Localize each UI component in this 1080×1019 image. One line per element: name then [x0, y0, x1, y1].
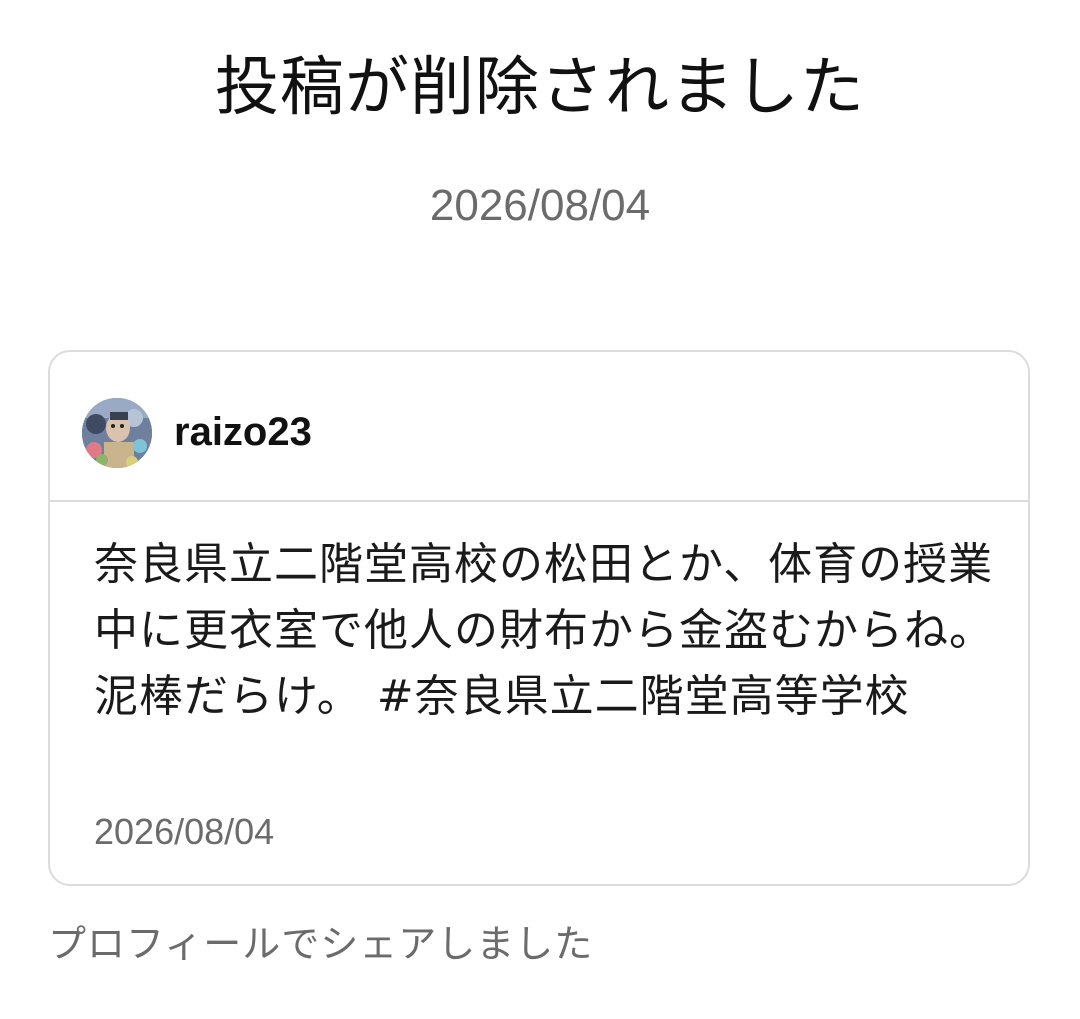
avatar[interactable] — [82, 398, 152, 468]
page-title: 投稿が削除されました — [215, 51, 865, 125]
post-date: 2026/08/04 — [94, 811, 275, 852]
post-body-text: 奈良県立二階堂高校の松田とか、体育の授業中に更衣室で他人の財布から金盗むからね。… — [94, 539, 994, 722]
post-card[interactable]: raizo23 奈良県立二階堂高校の松田とか、体育の授業中に更衣室で他人の財布か… — [48, 350, 1030, 886]
share-note: プロフィールでシェアしました — [48, 922, 594, 966]
username[interactable]: raizo23 — [174, 408, 312, 456]
post-header: raizo23 — [50, 352, 1028, 502]
page-date: 2026/08/04 — [429, 181, 651, 230]
user-avatar-icon — [82, 398, 152, 468]
